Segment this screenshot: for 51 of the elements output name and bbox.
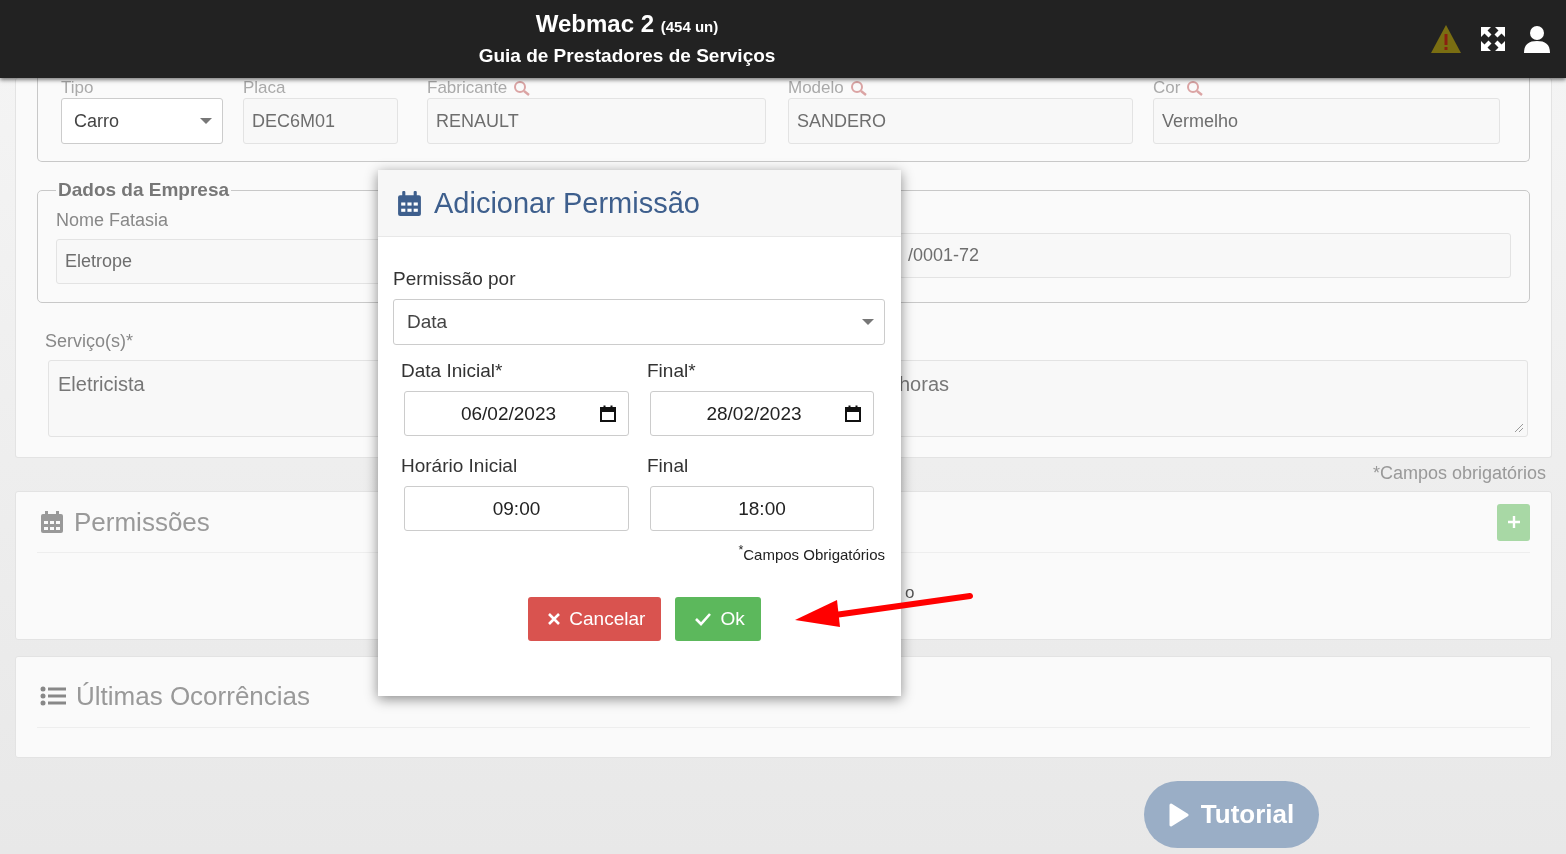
- section-title: Últimas Ocorrências: [76, 680, 311, 712]
- warning-icon[interactable]: [1430, 24, 1462, 54]
- field-label: Modelo: [788, 78, 844, 98]
- calendar-icon[interactable]: [845, 405, 861, 422]
- input-field[interactable]: DEC6M01: [243, 98, 398, 144]
- caret-icon: [862, 319, 874, 325]
- field-label: Cor: [1153, 78, 1181, 98]
- user-icon[interactable]: [1524, 25, 1550, 53]
- plus-icon: [1505, 514, 1522, 530]
- fieldset-legend: Dados da Empresa: [56, 179, 232, 201]
- time-field[interactable]: 18:00: [650, 486, 874, 531]
- fullscreen-icon[interactable]: [1480, 26, 1506, 52]
- calendar-icon: [397, 189, 422, 217]
- date-field[interactable]: 28/02/2023: [650, 391, 874, 436]
- type-select[interactable]: Carro: [61, 98, 223, 144]
- status-text: o: [905, 583, 915, 603]
- search-icon[interactable]: [513, 80, 532, 96]
- input-field[interactable]: SANDERO: [788, 98, 1133, 144]
- play-icon: [1168, 802, 1189, 827]
- input-field[interactable]: RENAULT: [427, 98, 766, 144]
- ok-button[interactable]: Ok: [675, 597, 761, 641]
- field-label: Nome Fatasia: [56, 209, 170, 232]
- calendar-icon: [40, 510, 64, 534]
- calendar-icon[interactable]: [600, 405, 616, 422]
- close-icon: [547, 612, 562, 626]
- field-label: Tipo: [61, 78, 94, 98]
- modal-title: Adicionar Permissão: [434, 186, 700, 220]
- field-label: Final: [647, 454, 690, 478]
- required-note: *Campos obrigatórios: [1372, 462, 1546, 485]
- search-icon[interactable]: [1186, 80, 1205, 96]
- date-field[interactable]: 06/02/2023: [404, 391, 629, 436]
- caret-icon: [200, 118, 212, 124]
- check-icon: [694, 612, 713, 626]
- required-note: $^{*}$Campos Obrigatórios: [737, 543, 885, 563]
- time-field[interactable]: 09:00: [404, 486, 629, 531]
- section-title: Permissões: [74, 506, 210, 538]
- resize-grip-icon[interactable]: [1514, 423, 1524, 433]
- list-icon: [40, 686, 66, 706]
- field-label: Data Inicial*: [401, 359, 504, 383]
- field-label: Placa: [243, 78, 286, 98]
- permission-select[interactable]: Data: [393, 299, 885, 345]
- field-label: Serviço(s)*: [45, 330, 134, 352]
- app-title: Webmac 2 (454 un): [535, 8, 719, 39]
- cancel-button[interactable]: Cancelar: [528, 597, 662, 641]
- search-icon[interactable]: [849, 80, 868, 96]
- page-title: Guia de Prestadores de Serviços: [477, 43, 777, 68]
- input-field[interactable]: Vermelho: [1153, 98, 1500, 144]
- field-label: Final*: [647, 359, 697, 383]
- field-label: Fabricante: [427, 78, 508, 98]
- input-field[interactable]: /0001-72: [899, 233, 1511, 278]
- field-label: Horário Inicial: [401, 454, 519, 478]
